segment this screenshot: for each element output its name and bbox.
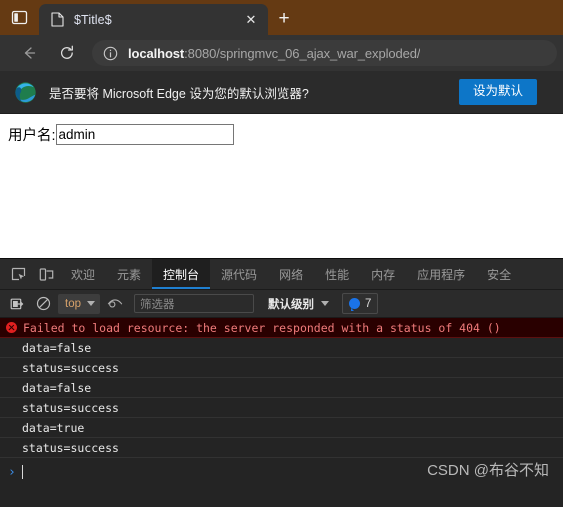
clear-console-icon[interactable]: [4, 292, 30, 316]
devtools-tab-welcome[interactable]: 欢迎: [60, 259, 106, 289]
console-log-text: status=success: [22, 400, 119, 415]
message-count: 7: [365, 297, 372, 310]
browser-navigation-bar: localhost:8080/springmvc_06_ajax_war_exp…: [0, 35, 563, 71]
console-log-text: status=success: [22, 440, 119, 455]
tab-overview-icon[interactable]: [0, 0, 39, 35]
devtools-tab-label: 控制台: [163, 267, 200, 282]
chevron-down-icon: [321, 301, 329, 306]
browser-window: $Title$ ✕ + localhost:8080/springmvc_06_…: [0, 0, 563, 507]
address-bar-url: localhost:8080/springmvc_06_ajax_war_exp…: [128, 46, 420, 61]
console-log-row[interactable]: data=true: [0, 418, 563, 438]
devtools-tab-console[interactable]: 控制台: [152, 259, 211, 289]
console-log-text: status=success: [22, 360, 119, 375]
no-entry-icon[interactable]: [30, 292, 56, 316]
back-arrow-icon[interactable]: [14, 38, 44, 68]
watermark-text: CSDN @布谷不知: [427, 462, 549, 479]
chevron-down-icon: [87, 301, 95, 306]
devtools-tab-label: 网络: [279, 267, 304, 282]
browser-tab-title: $Title$: [74, 12, 112, 27]
console-input-line[interactable]: › CSDN @布谷不知: [0, 458, 563, 486]
message-count-badge[interactable]: 7: [342, 293, 379, 314]
devtools-tab-elements[interactable]: 元素: [106, 259, 152, 289]
console-text-caret: [21, 465, 23, 479]
page-content: 用户名:: [0, 114, 563, 257]
message-bubble-icon: [349, 298, 360, 311]
edge-logo-icon: [14, 81, 37, 104]
username-input[interactable]: [55, 124, 234, 145]
console-log-row[interactable]: data=false: [0, 338, 563, 358]
default-browser-prompt: 是否要将 Microsoft Edge 设为您的默认浏览器? 设为默认: [0, 71, 563, 114]
inspect-element-icon[interactable]: [4, 259, 32, 289]
info-circle-icon[interactable]: [102, 45, 118, 61]
set-default-button[interactable]: 设为默认: [458, 79, 537, 105]
url-host: localhost: [128, 45, 185, 61]
execution-context-select[interactable]: top: [58, 293, 100, 314]
devtools-tab-network[interactable]: 网络: [268, 259, 314, 289]
device-toolbar-icon[interactable]: [32, 259, 60, 289]
console-log-row[interactable]: status=success: [0, 398, 563, 418]
username-label: 用户名:: [8, 128, 56, 144]
console-log-list[interactable]: Failed to load resource: the server resp…: [0, 318, 563, 507]
devtools-tab-bar: 欢迎 元素 控制台 源代码 网络 性能 内存 应用程序 安全: [0, 259, 563, 290]
devtools-tab-label: 元素: [117, 267, 142, 282]
default-browser-prompt-text: 是否要将 Microsoft Edge 设为您的默认浏览器?: [49, 86, 309, 101]
devtools-tab-security[interactable]: 安全: [476, 259, 522, 289]
console-log-row[interactable]: data=false: [0, 378, 563, 398]
live-expression-eye-icon[interactable]: [102, 292, 128, 316]
console-filter-placeholder: 筛选器: [140, 298, 175, 311]
address-bar[interactable]: localhost:8080/springmvc_06_ajax_war_exp…: [92, 40, 557, 66]
page-favicon-icon: [49, 12, 65, 28]
url-path: :8080/springmvc_06_ajax_war_exploded/: [184, 45, 421, 61]
devtools-tab-label: 应用程序: [417, 267, 466, 282]
devtools-tab-memory[interactable]: 内存: [360, 259, 406, 289]
console-log-text: Failed to load resource: the server resp…: [23, 320, 501, 335]
reload-icon[interactable]: [52, 38, 82, 68]
console-filter-input[interactable]: 筛选器: [134, 294, 254, 313]
console-prompt-icon: ›: [8, 464, 16, 480]
execution-context-value: top: [65, 297, 81, 310]
devtools-tab-label: 内存: [371, 267, 396, 282]
new-tab-button[interactable]: +: [268, 4, 300, 35]
username-form-row: 用户名:: [8, 124, 555, 145]
browser-tab[interactable]: $Title$ ✕: [39, 4, 268, 35]
console-log-text: data=true: [22, 420, 85, 435]
console-log-row[interactable]: status=success: [0, 438, 563, 458]
devtools-tab-label: 源代码: [221, 267, 258, 282]
console-log-row-error[interactable]: Failed to load resource: the server resp…: [0, 318, 563, 338]
console-toolbar: top 筛选器 默认级别 7: [0, 290, 563, 318]
devtools-tab-sources[interactable]: 源代码: [210, 259, 268, 289]
devtools-tab-label: 性能: [325, 267, 350, 282]
devtools-tab-application[interactable]: 应用程序: [406, 259, 476, 289]
console-level-label: 默认级别: [268, 298, 314, 311]
console-level-select[interactable]: 默认级别: [268, 296, 329, 312]
devtools-tab-performance[interactable]: 性能: [314, 259, 360, 289]
devtools-tab-label: 欢迎: [71, 267, 96, 282]
console-log-text: data=false: [22, 380, 92, 395]
error-icon: [6, 322, 17, 333]
close-icon[interactable]: ✕: [240, 9, 262, 31]
devtools-panel: 欢迎 元素 控制台 源代码 网络 性能 内存 应用程序 安全 top 筛选器 默…: [0, 258, 563, 507]
console-log-text: data=false: [22, 340, 92, 355]
console-log-row[interactable]: status=success: [0, 358, 563, 378]
devtools-tab-label: 安全: [487, 267, 512, 282]
browser-tab-strip: $Title$ ✕ +: [0, 0, 563, 35]
